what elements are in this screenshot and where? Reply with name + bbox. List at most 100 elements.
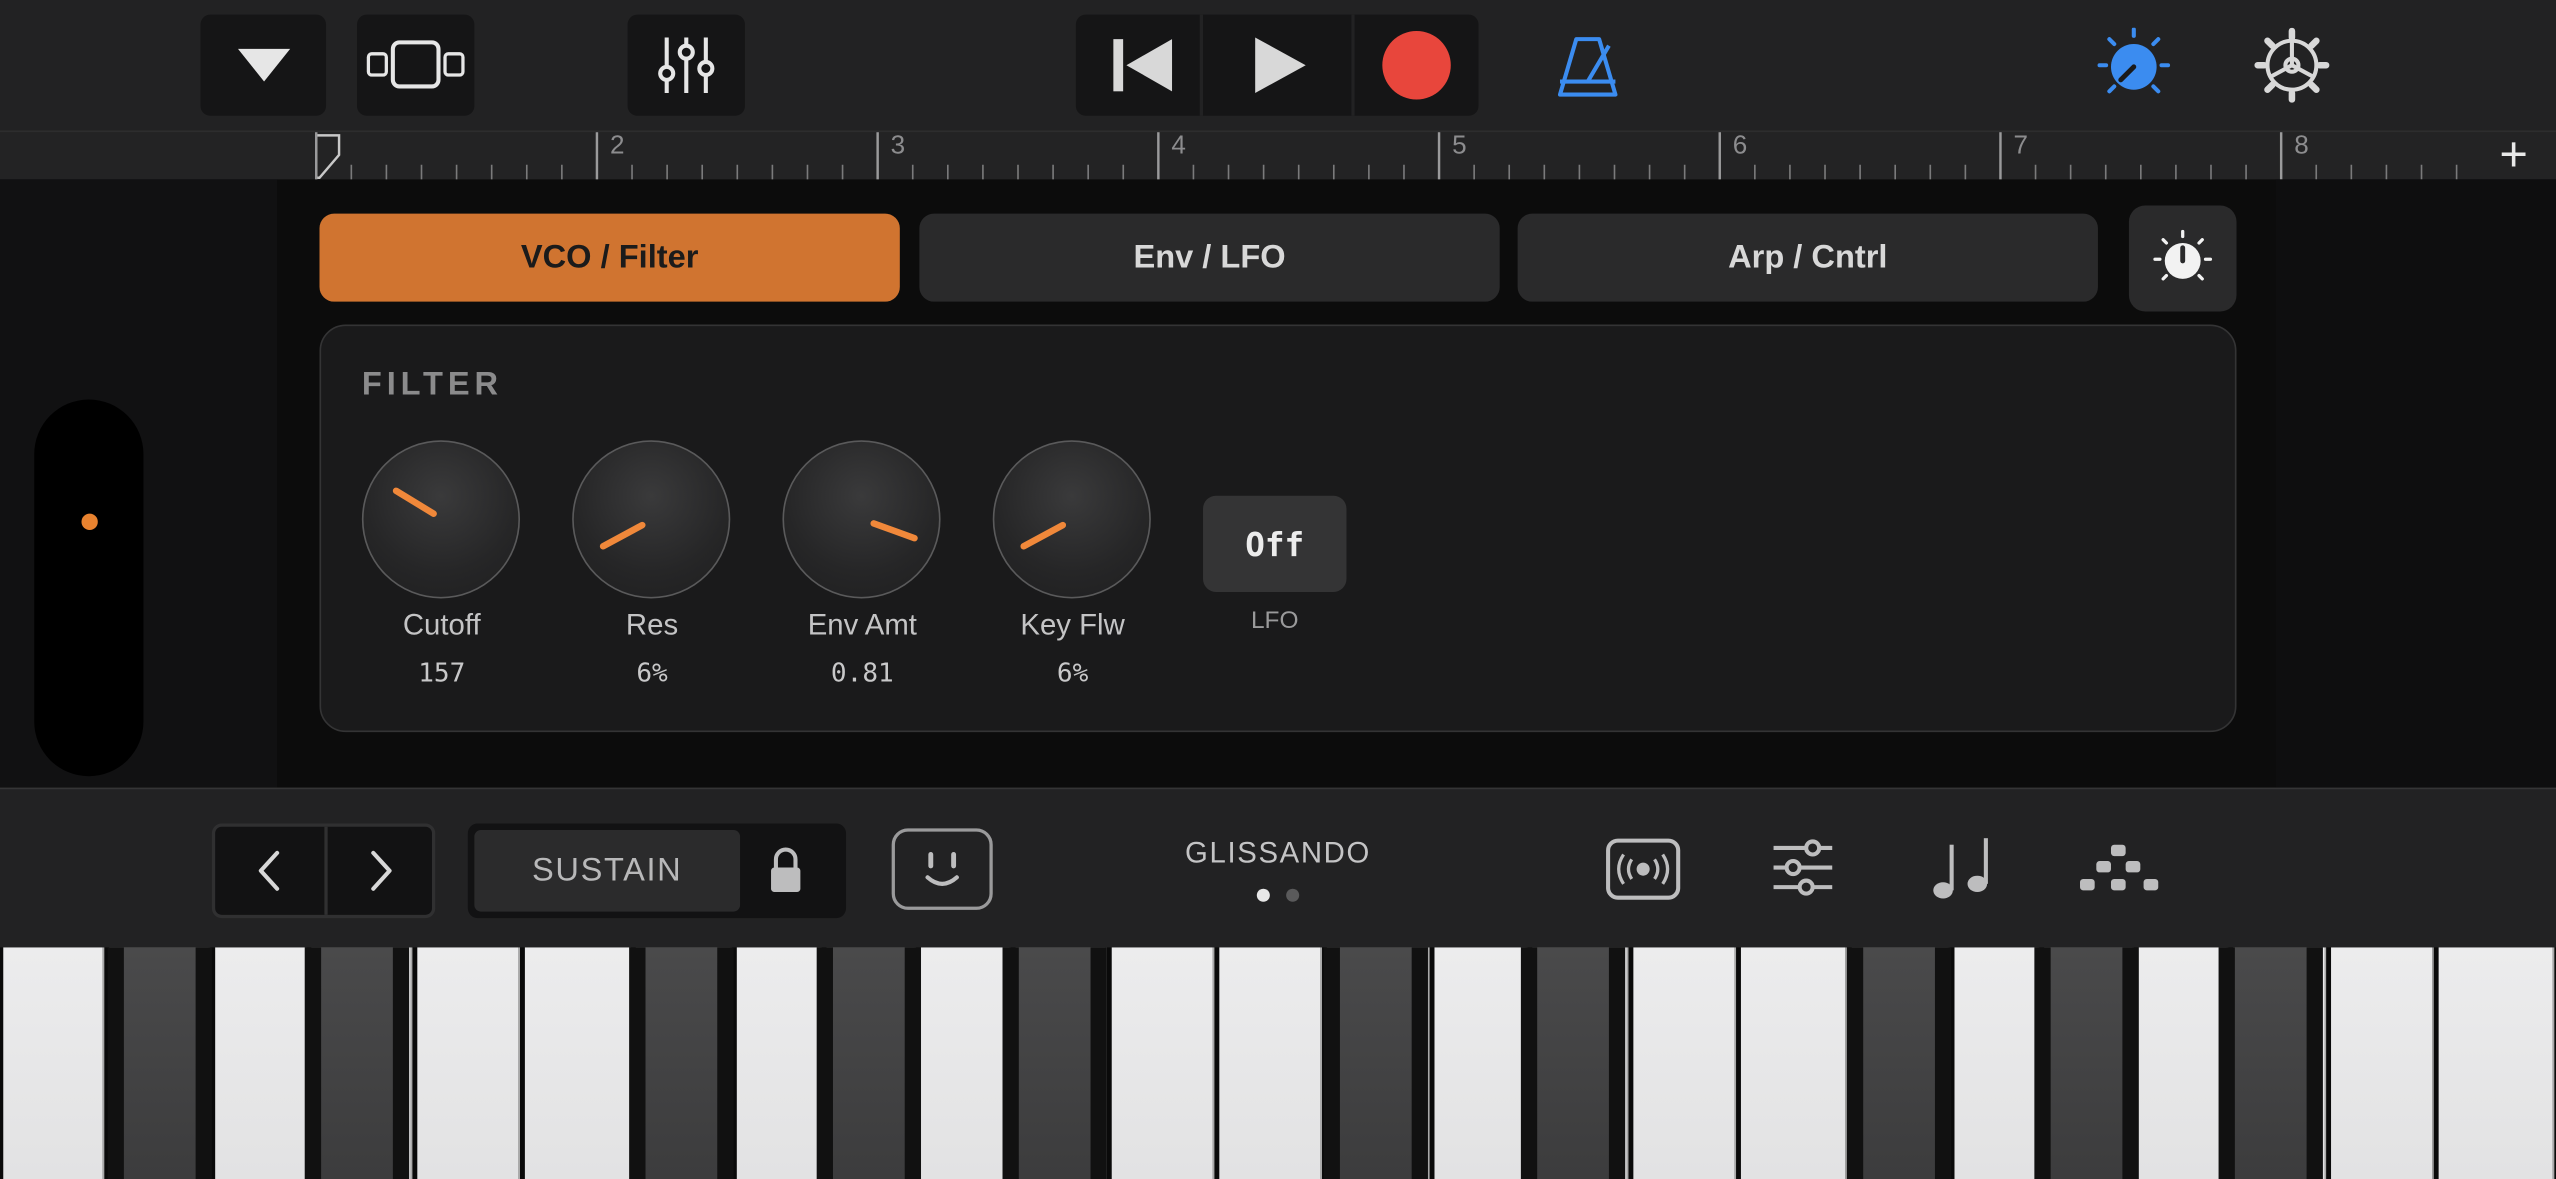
keyboard-settings-button[interactable] — [1770, 838, 1835, 897]
white-key[interactable] — [1111, 947, 1215, 1179]
playhead-marker — [315, 134, 341, 179]
sliders-icon — [1773, 839, 1833, 896]
mixer-button[interactable] — [627, 14, 745, 116]
white-key[interactable] — [1954, 947, 2040, 1179]
white-key[interactable] — [1434, 947, 1528, 1179]
keyboard-control-strip: SUSTAIN GLISSANDO — [0, 787, 2556, 948]
black-key[interactable] — [304, 947, 410, 1179]
metronome-icon — [1557, 37, 1618, 97]
black-key[interactable] — [107, 947, 212, 1179]
knob-label: Env Amt — [807, 608, 917, 641]
white-key[interactable] — [417, 947, 521, 1179]
cutoff-knob-group: Cutoff 157 — [360, 439, 523, 700]
black-key[interactable] — [816, 947, 922, 1179]
ruler-bar-number: 5 — [1452, 132, 1467, 160]
tracks-view-button[interactable] — [356, 14, 475, 116]
white-key[interactable] — [736, 947, 822, 1179]
rewind-icon — [1113, 39, 1173, 92]
knob-value: 0.81 — [830, 657, 894, 689]
piano-keyboard[interactable] — [0, 947, 2556, 1179]
rewind-button[interactable] — [1076, 15, 1210, 116]
res-knob-group: Res 6% — [571, 439, 734, 700]
left-panel — [0, 179, 278, 788]
music-notes-icon — [1933, 838, 1988, 899]
white-key[interactable] — [2331, 947, 2434, 1179]
black-key[interactable] — [2034, 947, 2139, 1179]
transport-group — [1075, 14, 1479, 116]
timeline-ruler[interactable]: 2 3 4 5 6 7 8 + — [0, 130, 2556, 182]
sustain-lock-button[interactable] — [768, 846, 804, 903]
tracks-view-icon — [366, 40, 465, 89]
white-key[interactable] — [524, 947, 631, 1179]
browser-button[interactable] — [200, 14, 327, 116]
control-bar — [0, 0, 2556, 131]
sustain-control: SUSTAIN — [467, 823, 847, 919]
octave-down-button[interactable] — [215, 827, 323, 915]
env-amt-knob[interactable] — [782, 440, 941, 599]
env-amt-knob-group: Env Amt 0.81 — [781, 439, 944, 700]
filter-title: FILTER — [361, 366, 503, 403]
play-button[interactable] — [1213, 15, 1347, 116]
lfo-label: LFO — [1250, 606, 1299, 635]
sustain-button[interactable]: SUSTAIN — [474, 830, 741, 912]
tab-vco-filter[interactable]: VCO / Filter — [319, 213, 900, 302]
pitch-bend-wheel[interactable] — [34, 399, 144, 777]
chevron-left-icon — [258, 850, 280, 891]
black-key[interactable] — [1002, 947, 1107, 1179]
black-key[interactable] — [1520, 947, 1626, 1179]
key-flw-knob-group: Key Flw 6% — [991, 439, 1154, 700]
white-key[interactable] — [1633, 947, 1737, 1179]
white-key[interactable] — [921, 947, 1011, 1179]
knob-label: Res — [625, 608, 679, 641]
app-window: 2 3 4 5 6 7 8 + VCO / Filter Env / LFO Arp / C… — [0, 0, 2556, 1179]
pitch-bend-indicator — [81, 513, 98, 530]
ruler-bar-number: 6 — [1732, 132, 1748, 160]
velocity-button[interactable] — [1606, 838, 1681, 900]
arpeggiator-button[interactable] — [2078, 838, 2160, 897]
settings-button[interactable] — [2254, 27, 2330, 103]
knob-label: Cutoff — [402, 608, 481, 641]
master-volume-button[interactable] — [2096, 27, 2171, 103]
white-key[interactable] — [215, 947, 307, 1179]
record-icon — [1382, 30, 1451, 100]
octave-up-button[interactable] — [328, 827, 436, 915]
res-knob[interactable] — [572, 440, 731, 599]
knob-value: 157 — [418, 657, 466, 689]
knob-value: 6% — [636, 657, 668, 689]
master-knob-icon — [2097, 27, 2171, 94]
black-key[interactable] — [1846, 947, 1952, 1179]
page-indicator-dot[interactable] — [1286, 888, 1300, 902]
glissando-label[interactable]: GLISSANDO — [1141, 837, 1415, 871]
play-icon — [1255, 37, 1306, 93]
white-key[interactable] — [1219, 947, 1323, 1179]
ruler-bar-number: 2 — [609, 132, 625, 160]
lfo-toggle[interactable]: Off — [1203, 495, 1347, 592]
key-flw-knob[interactable] — [992, 440, 1151, 599]
white-key[interactable] — [2438, 947, 2555, 1179]
arpeggiator-icon — [2080, 844, 2159, 891]
instrument-area: VCO / Filter Env / LFO Arp / Cntrl FILTE… — [0, 179, 2556, 788]
filter-panel: FILTER Cutoff 157 Res 6% Env Amt 0.81 Ke… — [319, 324, 2237, 733]
keyboard-layout-button[interactable] — [891, 828, 993, 910]
tab-env-lfo[interactable]: Env / LFO — [919, 213, 1500, 302]
page-indicator-dot[interactable] — [1256, 888, 1270, 902]
black-key[interactable] — [1323, 947, 1428, 1179]
add-section-button[interactable]: + — [2491, 131, 2537, 181]
cutoff-knob[interactable] — [361, 440, 521, 599]
black-key[interactable] — [629, 947, 734, 1179]
black-key[interactable] — [2218, 947, 2323, 1179]
smiley-icon — [925, 852, 959, 886]
knob-settings-icon — [2153, 229, 2213, 280]
gear-icon — [2254, 27, 2330, 103]
scale-button[interactable] — [1930, 832, 1995, 904]
smart-controls-button[interactable] — [2128, 205, 2237, 312]
lock-icon — [771, 847, 801, 892]
white-key[interactable] — [3, 947, 105, 1179]
ruler-bar-number: 3 — [890, 132, 906, 160]
white-key[interactable] — [1740, 947, 1847, 1179]
tab-arp-cntrl[interactable]: Arp / Cntrl — [1517, 213, 2098, 302]
knob-label: Key Flw — [1020, 608, 1125, 641]
record-button[interactable] — [1350, 15, 1484, 116]
metronome-button[interactable] — [1552, 31, 1624, 103]
white-key[interactable] — [2138, 947, 2229, 1179]
